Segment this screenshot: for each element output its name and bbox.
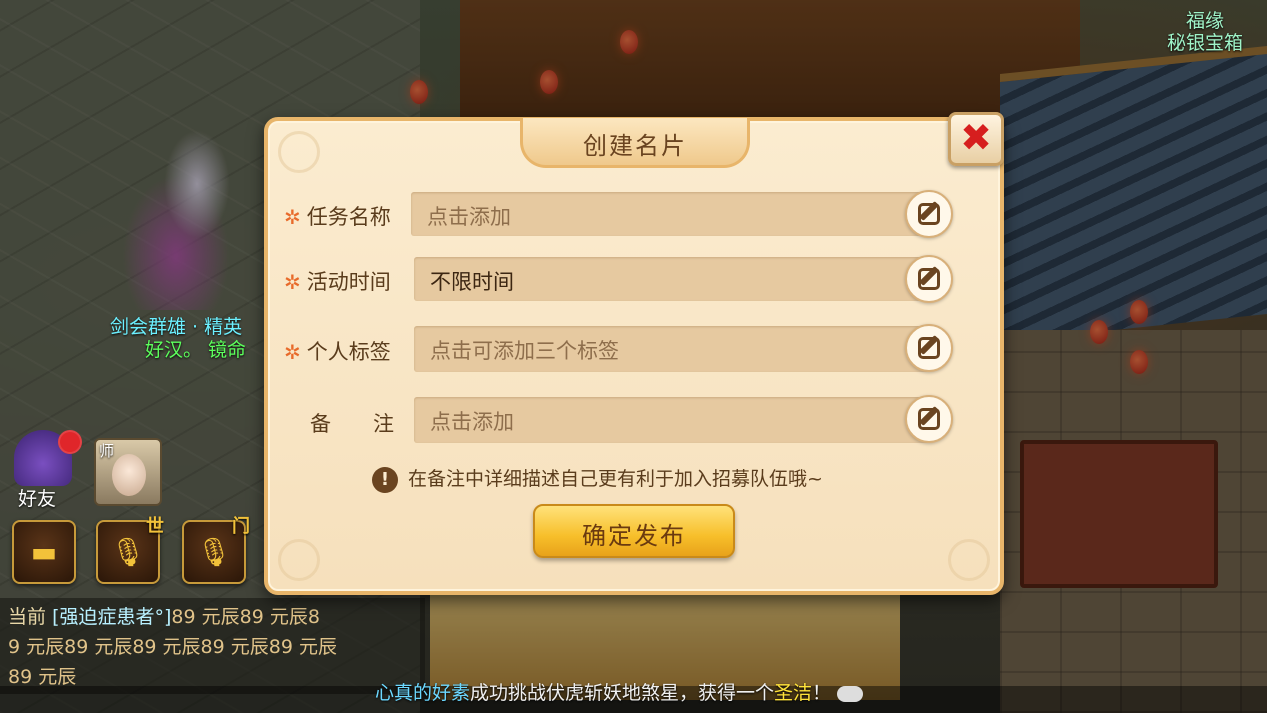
broadcast-tail: ！ [812, 682, 832, 704]
exclamation-icon: ! [372, 466, 398, 493]
team-voice-button[interactable]: 🎙 门 [182, 516, 250, 584]
required-star-icon: ✲ [284, 205, 301, 229]
activity-time-edit-button[interactable] [905, 255, 953, 303]
chat-line: 9 元辰89 元辰89 元辰89 元辰89 元辰 [8, 636, 337, 658]
broadcast-text: 成功挑战伏虎斩妖地煞星，获得一个 [470, 682, 775, 704]
activity-time-value: 不限时间 [430, 270, 514, 294]
event-label-line1: 福缘 [1185, 10, 1224, 32]
chat-button[interactable]: ▬ [12, 520, 76, 584]
remarks-label: 备 注 [310, 408, 394, 438]
broadcast-player: 心真的好素 [375, 682, 471, 704]
personal-tags-label-text: 个人标签 [306, 340, 391, 364]
dialog-title-tab: 创建名片 [520, 118, 750, 168]
personal-tags-edit-button[interactable] [905, 324, 953, 372]
confirm-publish-button[interactable]: 确定发布 [533, 504, 735, 558]
friends-label: 好友 [18, 488, 57, 510]
event-label-line2: 秘银宝箱 [1166, 32, 1243, 54]
friends-button[interactable]: 好友 [6, 430, 82, 510]
confirm-publish-label: 确定发布 [582, 522, 686, 550]
activity-time-label: ✲ 活动时间 [284, 266, 391, 296]
remarks-edit-button[interactable] [905, 395, 953, 443]
chat-channel: 当前 [8, 606, 47, 628]
remarks-placeholder: 点击添加 [430, 410, 514, 434]
world-voice-button[interactable]: 🎙 世 [96, 516, 164, 584]
personal-tags-label: ✲ 个人标签 [284, 336, 391, 366]
dialog-title: 创建名片 [583, 132, 687, 160]
personal-tags-placeholder: 点击可添加三个标签 [430, 339, 619, 363]
remarks-label-text: 备 注 [310, 412, 394, 436]
task-name-edit-button[interactable] [905, 190, 953, 238]
master-label: 师 [99, 442, 115, 460]
task-name-field[interactable]: 点击添加 [411, 192, 929, 236]
system-broadcast: 心真的好素成功挑战伏虎斩妖地煞星，获得一个圣洁！ [375, 678, 864, 705]
player-title: 好汉。 镜命 [145, 339, 247, 361]
chat-sender[interactable]: [强迫症患者°] [52, 606, 171, 628]
remarks-field[interactable]: 点击添加 [414, 397, 929, 443]
required-star-icon: ✲ [284, 340, 301, 364]
hint-message: 在备注中详细描述自己更有利于加入招募队伍哦~ [408, 468, 823, 490]
corner-ornament [278, 539, 320, 581]
event-label[interactable]: 福缘 秘银宝箱 [1167, 10, 1243, 54]
master-avatar [112, 454, 146, 496]
chat-text: 89 元辰89 元辰8 [171, 606, 320, 628]
team-voice-tag: 门 [232, 516, 250, 537]
notification-dot [58, 430, 82, 454]
hint-text: ! 在备注中详细描述自己更有利于加入招募队伍哦~ [372, 464, 823, 493]
microphone-icon: 🎙 [110, 535, 146, 569]
activity-time-field[interactable]: 不限时间 [414, 257, 929, 301]
chat-line: 当前 [强迫症患者°]89 元辰89 元辰8 [8, 602, 417, 632]
broadcast-item: 圣洁 [774, 682, 813, 704]
emote-icon [837, 685, 864, 702]
task-name-label-text: 任务名称 [306, 205, 391, 229]
world-voice-tag: 世 [146, 516, 164, 537]
task-name-label: ✲ 任务名称 [284, 201, 391, 231]
close-icon: ✖ [960, 115, 992, 160]
master-button[interactable]: 师 [94, 438, 162, 506]
personal-tags-field[interactable]: 点击可添加三个标签 [414, 326, 929, 372]
corner-ornament [948, 539, 990, 581]
chat-panel[interactable]: 当前 [强迫症患者°]89 元辰89 元辰8 9 元辰89 元辰89 元辰89 … [0, 598, 425, 694]
corner-ornament [278, 131, 320, 173]
chat-bubble-icon: ▬ [30, 535, 58, 569]
required-star-icon: ✲ [284, 270, 301, 294]
task-name-placeholder: 点击添加 [427, 205, 511, 229]
microphone-icon: 🎙 [196, 535, 232, 569]
activity-time-label-text: 活动时间 [306, 270, 391, 294]
close-button[interactable]: ✖ [948, 112, 1004, 166]
